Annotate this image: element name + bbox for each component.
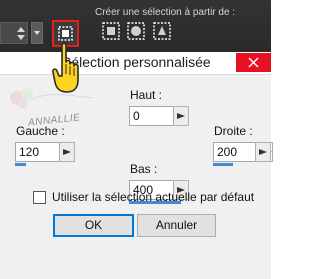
droite-value: 200 (217, 145, 238, 159)
haut-value: 0 (133, 109, 140, 123)
gauche-value: 120 (19, 145, 40, 159)
ok-button[interactable]: OK (53, 214, 134, 237)
gauche-range-bar (15, 163, 26, 166)
arrow-right-icon (259, 149, 267, 155)
spin-up-icon[interactable] (17, 27, 25, 32)
droite-range-bar (213, 163, 233, 166)
dialog-title-bar[interactable]: Sélection personnalisée (0, 52, 271, 75)
alpha-channel-icon[interactable] (152, 21, 172, 41)
create-selection-label: Créer une sélection à partir de : (95, 7, 236, 18)
mask-icon[interactable] (126, 21, 146, 41)
bas-label: Bas : (130, 162, 158, 176)
cancel-button[interactable]: Annuler (137, 214, 216, 237)
gauche-arrow-button[interactable] (59, 142, 75, 162)
droite-arrow-button[interactable] (255, 142, 271, 162)
dialog-title: Sélection personnalisée (62, 54, 211, 70)
toolbar-spinner[interactable] (0, 22, 28, 44)
arrow-right-icon (177, 113, 185, 119)
spin-down-icon[interactable] (17, 35, 25, 40)
gauche-label: Gauche : (16, 124, 65, 138)
haut-arrow-button[interactable] (173, 106, 189, 126)
haut-label: Haut : (130, 88, 163, 102)
droite-label: Droite : (214, 124, 253, 138)
custom-selection-dialog: Sélection personnalisée ANNALLIE Haut : … (0, 52, 273, 279)
use-current-selection-checkbox[interactable] (33, 191, 46, 204)
toolbar-dropdown-button[interactable] (31, 22, 43, 44)
close-button[interactable] (236, 53, 271, 72)
close-icon (248, 57, 259, 68)
use-current-selection-label: Utiliser la sélection actuelle par défau… (52, 190, 255, 204)
toolbar: Créer une sélection à partir de : (0, 0, 271, 52)
layer-opaque-icon[interactable] (101, 21, 121, 41)
arrow-right-icon (63, 149, 71, 155)
custom-selection-icon (58, 26, 73, 41)
hand-pointer-icon (52, 42, 79, 93)
